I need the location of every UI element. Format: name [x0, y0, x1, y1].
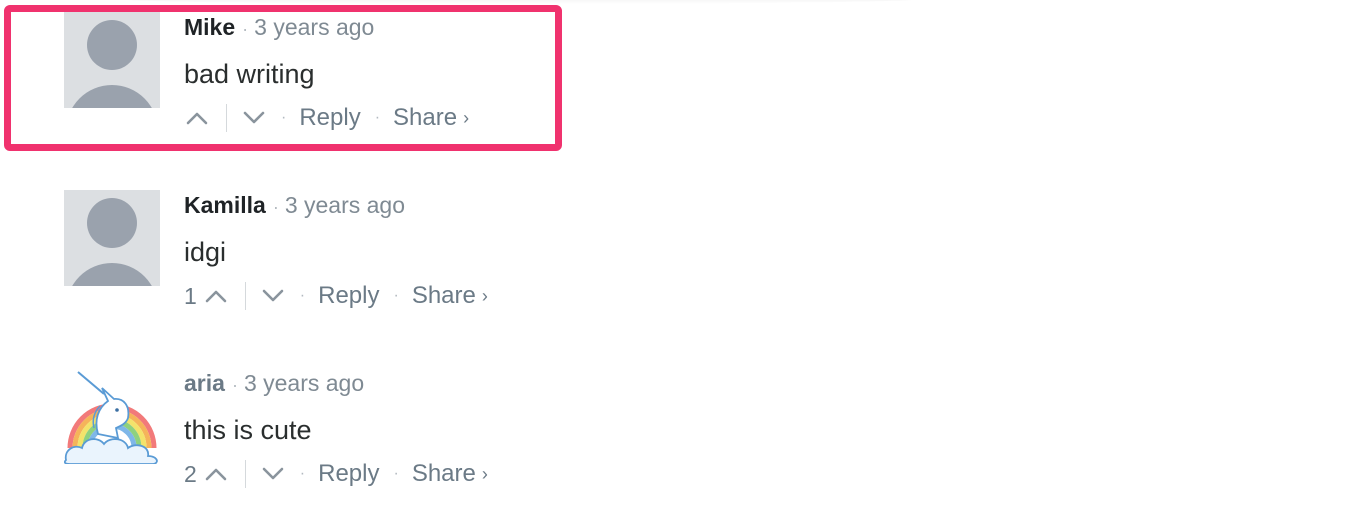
comment-actions: · Reply · Share › — [184, 100, 469, 136]
comment-actions: 1 · Reply · Share › — [184, 278, 488, 314]
comment-actions: 2 · Reply · Share › — [184, 456, 488, 492]
comment-message: idgi — [184, 237, 227, 267]
meta-separator: · — [272, 197, 279, 217]
share-button[interactable]: Share — [393, 104, 457, 132]
comment-timestamp[interactable]: 3 years ago — [254, 14, 374, 40]
comment-author[interactable]: Mike — [184, 14, 235, 40]
comment-item: aria · 3 years ago this is cute 2 · Reply … — [64, 360, 964, 488]
chevron-right-icon: › — [481, 463, 488, 484]
comment-meta: Kamilla · 3 years ago — [184, 188, 405, 224]
action-separator: · — [281, 109, 287, 126]
comment-message: bad writing — [184, 59, 315, 89]
share-button[interactable]: Share — [412, 282, 476, 310]
upvote-icon[interactable] — [184, 103, 210, 133]
vote-count: 1 — [184, 282, 197, 309]
comment-timestamp[interactable]: 3 years ago — [285, 192, 405, 218]
chevron-right-icon: › — [481, 285, 488, 306]
upvote-icon[interactable] — [203, 281, 229, 311]
chevron-right-icon: › — [463, 107, 470, 128]
downvote-icon[interactable] — [260, 281, 286, 311]
reply-button[interactable]: Reply — [299, 104, 360, 132]
default-avatar-icon[interactable] — [64, 12, 160, 108]
downvote-icon[interactable] — [260, 459, 286, 489]
comment-message: this is cute — [184, 415, 312, 445]
action-separator: · — [393, 465, 399, 482]
downvote-icon[interactable] — [241, 103, 267, 133]
reply-button[interactable]: Reply — [318, 282, 379, 310]
action-separator: · — [299, 287, 306, 304]
action-separator: · — [299, 465, 306, 482]
comment-timestamp[interactable]: 3 years ago — [244, 370, 364, 396]
comment-item: Mike · 3 years ago bad writing · Reply · S… — [64, 4, 964, 132]
vote-divider — [244, 460, 246, 488]
meta-separator: · — [231, 375, 238, 395]
reply-button[interactable]: Reply — [318, 460, 379, 488]
vote-divider — [244, 282, 246, 310]
share-button[interactable]: Share — [412, 460, 476, 488]
meta-separator: · — [242, 19, 249, 39]
comment-author[interactable]: aria — [184, 370, 225, 396]
vote-count: 2 — [184, 460, 197, 487]
unicorn-avatar-icon[interactable] — [64, 368, 160, 464]
comment-author[interactable]: Kamilla — [184, 192, 266, 218]
vote-divider — [226, 104, 227, 132]
default-avatar-icon[interactable] — [64, 190, 160, 286]
upvote-icon[interactable] — [203, 459, 229, 489]
comment-meta: aria · 3 years ago — [184, 366, 364, 402]
action-separator: · — [393, 287, 399, 304]
action-separator: · — [374, 109, 381, 126]
comment-meta: Mike · 3 years ago — [184, 10, 374, 46]
comment-item: Kamilla · 3 years ago idgi 1 · Reply · Sha… — [64, 182, 964, 310]
